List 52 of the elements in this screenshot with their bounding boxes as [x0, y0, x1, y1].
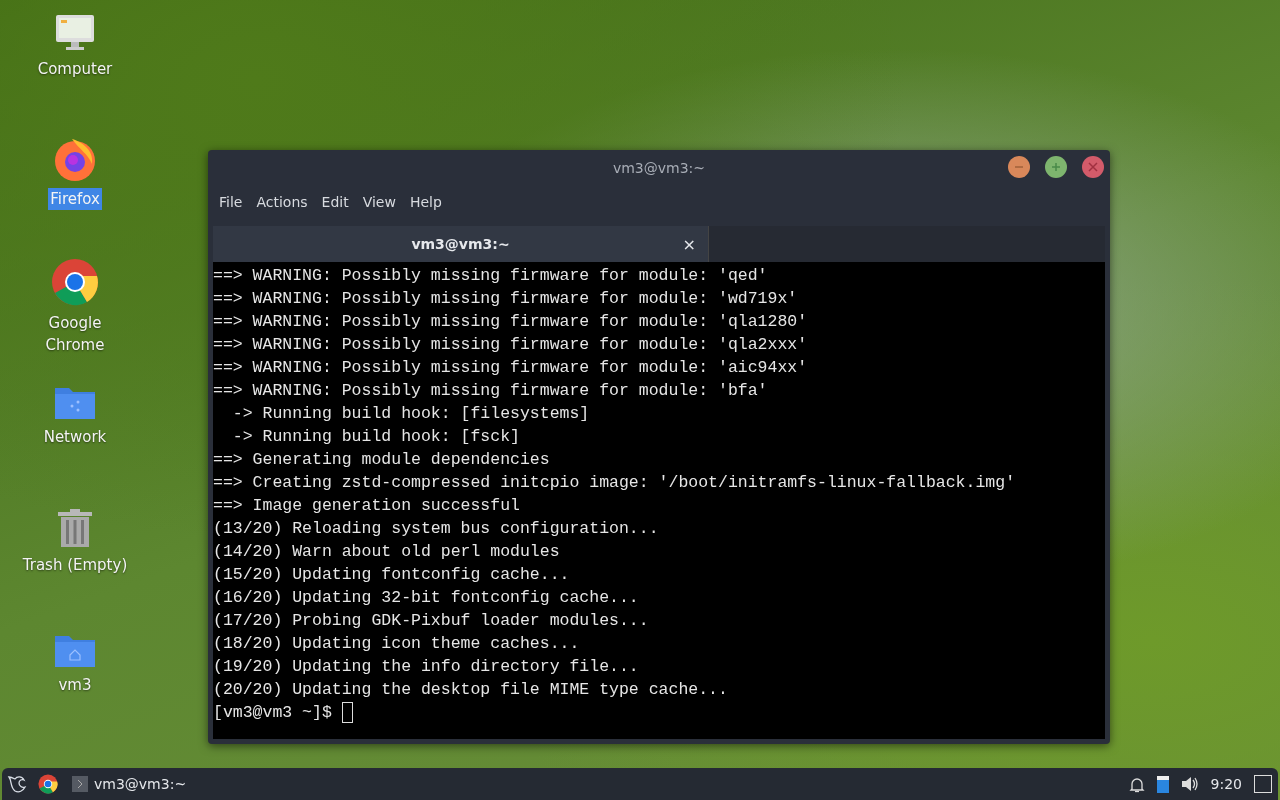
output-line: ==> Creating zstd-compressed initcpio image: '/boot/initramfs-linux-fallback.img'	[213, 472, 1017, 494]
menu-item[interactable]: File	[212, 194, 250, 210]
chrome-icon[interactable]	[38, 774, 58, 794]
taskbar-window-button[interactable]: vm3@vm3:~	[68, 773, 191, 795]
close-button[interactable]	[1082, 156, 1104, 178]
chrome-icon[interactable]	[51, 258, 99, 306]
output-line: -> Running build hook: [filesystems]	[231, 403, 591, 425]
menu-item[interactable]: View	[355, 194, 403, 210]
output-line: -> Running build hook: [fsck]	[231, 426, 521, 448]
monitor-icon[interactable]	[55, 14, 95, 52]
shell-prompt: [vm3@vm3 ~]$	[213, 702, 333, 724]
plus-icon	[1051, 162, 1061, 172]
clock[interactable]: 9:20	[1210, 776, 1242, 792]
output-line: ==> Generating module dependencies	[213, 449, 551, 471]
firefox-icon[interactable]	[52, 136, 98, 182]
menu-item[interactable]: Edit	[314, 194, 356, 210]
show-desktop-button[interactable]	[1254, 775, 1272, 793]
window-title: vm3@vm3:~	[612, 160, 706, 176]
output-line: (16/20) Updating 32-bit fontconfig cache...	[213, 587, 640, 609]
output-line: (17/20) Probing GDK-Pixbuf loader modules...	[213, 610, 650, 632]
output-line: ==> WARNING: Possibly missing firmware for module: 'bfa'	[213, 380, 769, 402]
output-line: (20/20) Updating the desktop file MIME type cache...	[213, 679, 729, 701]
tab-label[interactable]: vm3@vm3:~	[411, 236, 510, 252]
drive-icon[interactable]	[1156, 775, 1169, 793]
terminal-icon	[72, 776, 88, 792]
menu-item[interactable]: Actions	[249, 194, 315, 210]
desktop-icon-label[interactable]: Google Chrome	[15, 312, 135, 356]
speaker-icon[interactable]	[1180, 776, 1199, 792]
output-line: ==> WARNING: Possibly missing firmware for module: 'aic94xx'	[213, 357, 809, 379]
menu-item[interactable]: Help	[402, 194, 449, 210]
output-line: (15/20) Updating fontconfig cache...	[213, 564, 571, 586]
close-icon	[1088, 162, 1098, 172]
output-line: ==> WARNING: Possibly missing firmware for module: 'wd719x'	[213, 288, 799, 310]
output-line: (18/20) Updating icon theme caches...	[213, 633, 581, 655]
text-cursor	[341, 702, 353, 723]
output-line: ==> WARNING: Possibly missing firmware for module: 'qla2xxx'	[213, 334, 809, 356]
tab-close-button[interactable]: ×	[682, 234, 696, 254]
output-line: ==> Image generation successful	[213, 495, 521, 517]
desktop-icon-label[interactable]: Network	[41, 426, 109, 448]
output-line: (14/20) Warn about old perl modules	[213, 541, 561, 563]
terminal-tab[interactable]: vm3@vm3:~ ×	[213, 226, 709, 262]
output-line: ==> WARNING: Possibly missing firmware for module: 'qed'	[213, 265, 769, 287]
desktop-icon-label[interactable]: Trash (Empty)	[20, 554, 130, 576]
bird-icon[interactable]	[6, 773, 28, 795]
minimize-button[interactable]	[1008, 156, 1030, 178]
bell-icon[interactable]	[1128, 775, 1145, 793]
output-line: ==> WARNING: Possibly missing firmware for module: 'qla1280'	[213, 311, 809, 333]
desktop-icon-label[interactable]: Computer	[35, 58, 115, 80]
output-line: (19/20) Updating the info directory file...	[213, 656, 640, 678]
maximize-button[interactable]	[1045, 156, 1067, 178]
output-line: (13/20) Reloading system bus configuration...	[213, 518, 660, 540]
desktop-icon-label[interactable]: vm3	[56, 674, 94, 696]
